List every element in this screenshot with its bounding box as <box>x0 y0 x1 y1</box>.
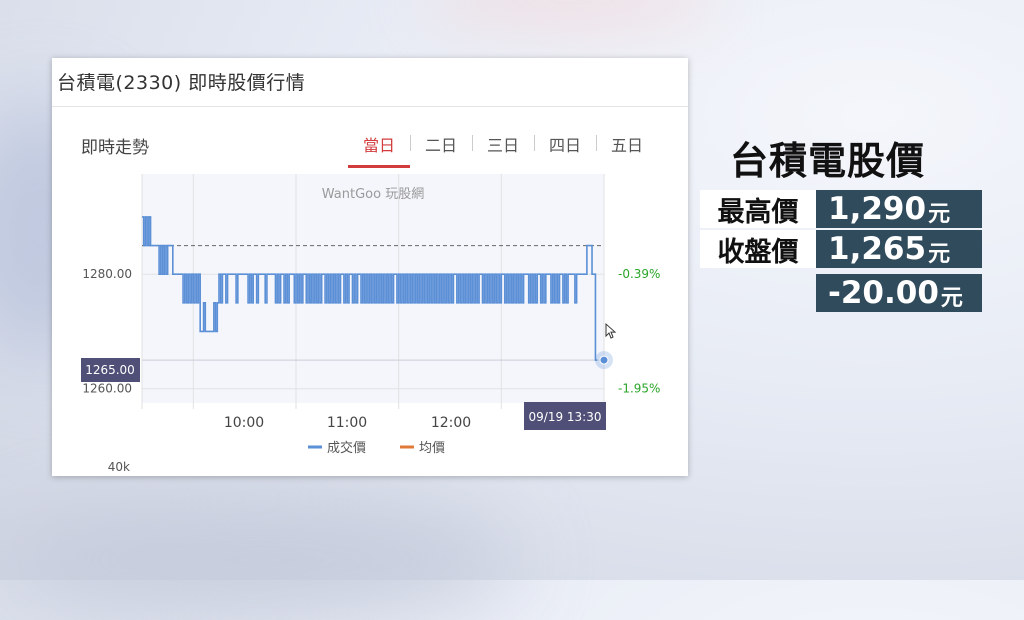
stock-chart-card: 台積電(2330) 即時股價行情 即時走勢 當日 二日 三日 四日 五日 Wan… <box>52 58 688 476</box>
x-tick-label: 11:00 <box>327 415 367 431</box>
legend: 成交價 均價 <box>308 440 445 456</box>
mouse-cursor-icon <box>605 322 617 339</box>
summary-label: 收盤價 <box>700 230 816 268</box>
summary-value: 1,265 元 <box>816 230 982 268</box>
background-blur <box>420 0 720 30</box>
summary-value: -20.00 元 <box>816 274 982 312</box>
close-price-value: 1,265 <box>828 231 927 267</box>
y-tick-label: 1280.00 <box>82 267 132 281</box>
y-right-tick-label: -1.95% <box>618 382 660 396</box>
y-right-tick-label: -0.39% <box>618 267 660 281</box>
legend-label-avg: 均價 <box>419 441 445 456</box>
currency-unit: 元 <box>940 286 963 311</box>
volume-axis-label: 40k <box>108 460 130 474</box>
x-tick-label: 10:00 <box>224 415 264 431</box>
currency-unit: 元 <box>928 202 951 227</box>
high-price-value: 1,290 <box>828 191 927 227</box>
price-chart: WantGoo 玩股網 1280.00 1260.00 -0.39% -1.95… <box>81 174 660 474</box>
summary-row-close: 收盤價 1,265 元 <box>700 230 982 268</box>
summary-row-high: 最高價 1,290 元 <box>700 190 982 228</box>
background-blur <box>0 500 520 620</box>
chart-watermark: WantGoo 玩股網 <box>322 187 424 202</box>
summary-title: 台積電股價 <box>730 139 926 183</box>
summary-label: 最高價 <box>700 190 816 228</box>
current-price-label: 1265.00 <box>85 363 135 377</box>
current-point[interactable] <box>599 355 609 365</box>
currency-unit: 元 <box>928 242 951 267</box>
summary-row-change: -20.00 元 <box>816 274 982 312</box>
current-price-tooltip: 1265.00 <box>81 358 140 382</box>
summary-value: 1,290 元 <box>816 190 982 228</box>
y-tick-label: 1260.00 <box>82 382 132 396</box>
price-change-value: -20.00 <box>828 275 939 311</box>
x-tick-label: 12:00 <box>431 415 471 431</box>
current-time-label: 09/19 13:30 <box>529 410 602 424</box>
legend-label-price: 成交價 <box>327 440 366 456</box>
current-time-tooltip: 09/19 13:30 <box>524 402 606 430</box>
